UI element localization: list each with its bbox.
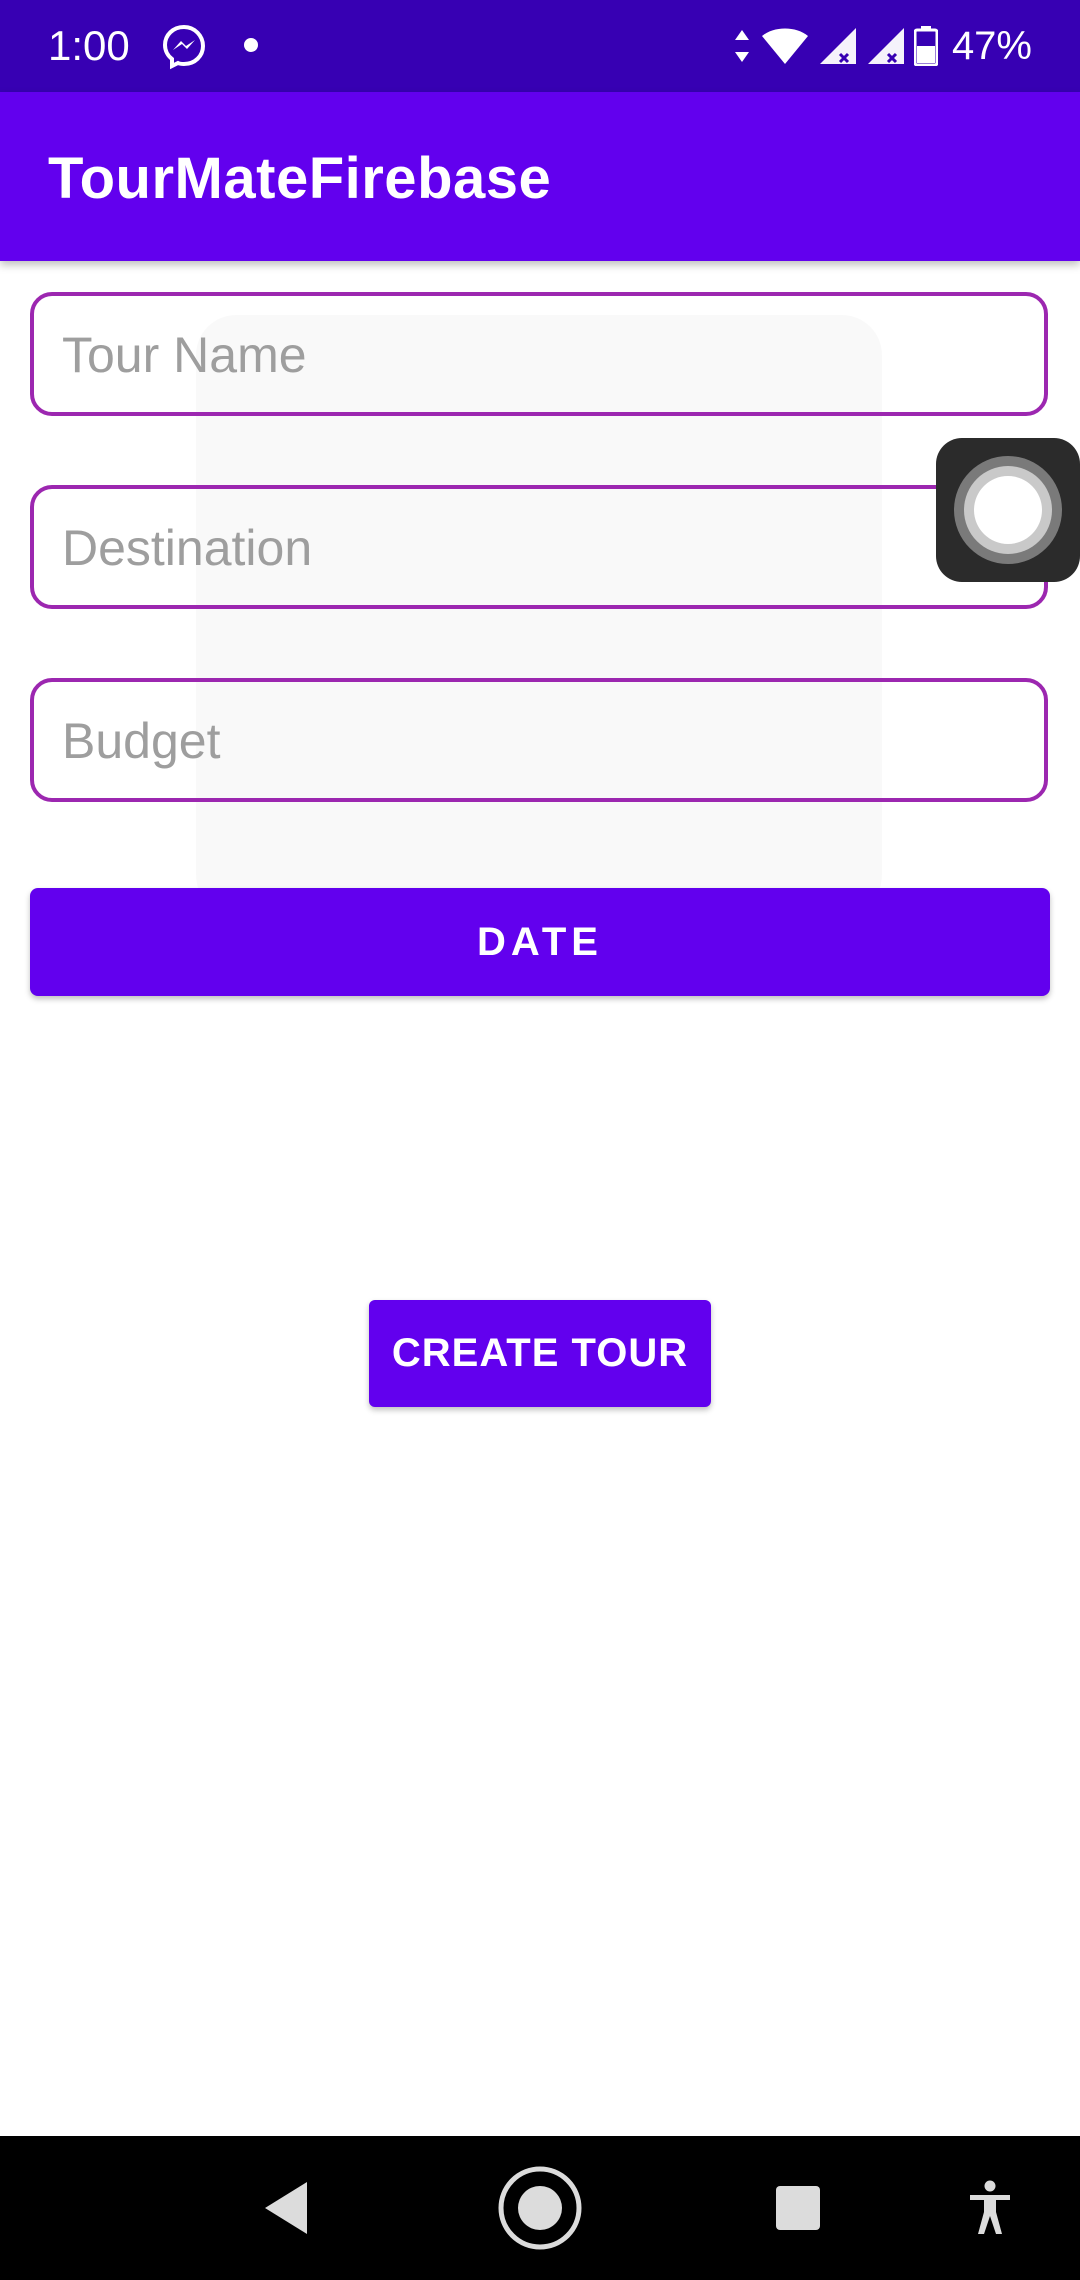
destination-input[interactable] <box>60 489 1024 607</box>
destination-field[interactable] <box>30 485 1048 609</box>
tour-name-input[interactable] <box>60 296 1024 414</box>
budget-input[interactable] <box>60 682 1024 800</box>
assistive-touch-button[interactable] <box>936 438 1080 582</box>
app-bar: TourMateFirebase <box>0 92 1080 261</box>
status-bar: 1:00 47% <box>0 0 1080 92</box>
tour-name-field[interactable] <box>30 292 1048 416</box>
data-arrows-icon <box>732 26 752 66</box>
app-title: TourMateFirebase <box>48 146 552 211</box>
assistive-touch-core <box>974 476 1042 544</box>
notification-dot-icon <box>244 38 258 52</box>
create-tour-button[interactable]: CREATE TOUR <box>369 1300 711 1407</box>
signal-icon <box>866 26 906 66</box>
wifi-icon <box>760 26 810 66</box>
budget-field[interactable] <box>30 678 1048 802</box>
recents-icon[interactable] <box>748 2136 848 2280</box>
status-icons: 47% <box>732 20 1032 72</box>
home-icon[interactable] <box>490 2136 590 2280</box>
navigation-bar <box>0 2136 1080 2280</box>
date-button[interactable]: DATE <box>30 888 1050 996</box>
accessibility-icon[interactable] <box>940 2136 1040 2280</box>
back-icon[interactable] <box>236 2136 336 2280</box>
status-time: 1:00 <box>48 22 130 69</box>
signal-icon <box>818 26 858 66</box>
battery-percent: 47% <box>951 24 1032 68</box>
battery-icon <box>913 26 938 66</box>
messenger-icon <box>160 22 208 70</box>
